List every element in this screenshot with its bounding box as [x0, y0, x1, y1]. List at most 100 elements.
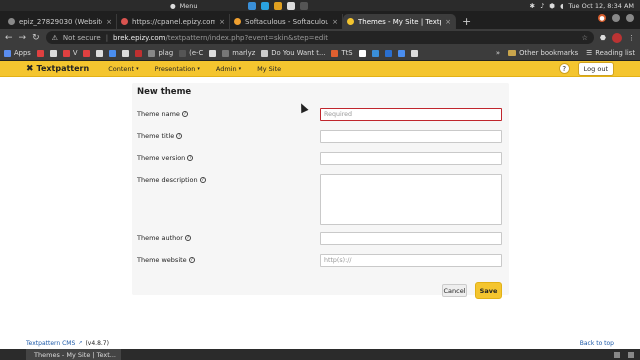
app-icon[interactable] [287, 1, 295, 10]
url-field[interactable]: ⚠ Not secure | brek.epizy.com/textpatter… [45, 31, 594, 44]
close-tab-icon[interactable]: × [219, 18, 225, 26]
bookmark-item[interactable] [109, 49, 117, 57]
taskbar-window[interactable]: Themes - My Site | Text... [26, 349, 121, 360]
bookmark-item[interactable] [96, 49, 104, 57]
tray-icon[interactable] [614, 351, 620, 358]
bookmark-item[interactable] [135, 49, 143, 57]
menu-icon[interactable]: ● [170, 2, 176, 10]
folder-icon[interactable] [248, 1, 256, 10]
record-icon[interactable]: ● [598, 14, 606, 22]
browser-tab[interactable]: epiz_27829030 (Website f × [4, 14, 117, 29]
minimize-icon[interactable] [612, 14, 620, 22]
warning-icon[interactable]: ⚠ [52, 34, 58, 42]
help-icon[interactable]: ? [188, 257, 195, 263]
theme-field-input[interactable]: Required [320, 108, 502, 121]
close-window-icon[interactable] [626, 14, 634, 22]
theme-field-input[interactable] [320, 152, 502, 165]
help-icon[interactable]: ? [181, 111, 188, 117]
txp-logo[interactable]: ✖ Textpattern [26, 64, 89, 74]
bookmark-icon [384, 49, 392, 57]
help-icon[interactable]: ? [199, 177, 206, 183]
bookmark-item[interactable] [397, 49, 405, 57]
cancel-button[interactable]: Cancel [442, 284, 467, 297]
favicon-icon [347, 18, 354, 25]
bookmark-icon [109, 49, 117, 57]
reload-icon[interactable]: ↻ [32, 33, 40, 43]
close-tab-icon[interactable]: × [332, 18, 338, 26]
external-link-icon: ↗ [78, 340, 83, 346]
bookmark-label: V [72, 49, 78, 57]
bookmark-icon [410, 49, 418, 57]
telegram-icon[interactable] [261, 1, 269, 10]
help-button[interactable]: ? [558, 63, 570, 74]
kebab-menu-icon[interactable]: ⋮ [628, 34, 635, 42]
nav-my-site[interactable]: My Site [252, 61, 286, 77]
field-label: Theme title? [137, 132, 183, 140]
bookmark-item[interactable]: V [62, 49, 78, 57]
extension-icon[interactable]: ⬣ [600, 34, 606, 42]
nav-content[interactable]: Content ▾ [103, 61, 143, 77]
back-icon[interactable]: ← [5, 33, 13, 43]
tab-label: epiz_27829030 (Website f [19, 17, 103, 26]
settings-icon[interactable]: ✱ [530, 2, 535, 10]
more-bookmarks-icon[interactable]: » [496, 49, 500, 57]
bookmark-item[interactable]: TtS [331, 49, 353, 57]
star-icon[interactable]: ☆ [582, 34, 588, 42]
bookmark-item[interactable]: (e-C [179, 49, 203, 57]
field-label: Theme version? [137, 154, 194, 162]
volume-icon[interactable]: ◖ [560, 2, 563, 10]
nav-presentation[interactable]: Presentation ▾ [150, 61, 205, 77]
bookmark-icon [122, 49, 130, 57]
other-bookmarks[interactable]: Other bookmarks [508, 49, 578, 57]
bookmark-item[interactable] [410, 49, 418, 57]
close-tab-icon[interactable]: × [445, 18, 451, 26]
os-launcher-icons [248, 1, 308, 10]
close-tab-icon[interactable]: × [106, 18, 112, 26]
help-icon[interactable]: ? [187, 155, 194, 161]
bookmark-item[interactable] [371, 49, 379, 57]
bookmark-item[interactable]: Apps [4, 49, 31, 57]
bookmark-icon [331, 49, 339, 57]
tray-icon[interactable] [628, 351, 634, 358]
help-icon[interactable]: ? [176, 133, 183, 139]
bookmark-item[interactable] [122, 49, 130, 57]
bell-icon[interactable]: ♪ [540, 2, 544, 10]
field-label-text: Theme version [137, 154, 186, 162]
theme-field-input[interactable] [320, 130, 502, 143]
bookmark-item[interactable] [83, 49, 91, 57]
field-placeholder: http(s):// [324, 257, 352, 264]
clock[interactable]: Tue Oct 12, 8:34 AM [568, 2, 634, 10]
save-button[interactable]: Save [475, 282, 502, 299]
reading-list[interactable]: ☰ Reading list [586, 49, 635, 57]
url-host: brek.epizy.com [113, 33, 166, 42]
bookmark-item[interactable]: Do You Want t... [261, 49, 325, 57]
browser-tab[interactable]: Themes - My Site | Textpa × [343, 14, 456, 29]
browser-tab[interactable]: https://cpanel.epizy.com × [117, 14, 230, 29]
theme-field-input[interactable] [320, 232, 502, 245]
caret-down-icon: ▾ [197, 65, 200, 72]
bookmark-icon [209, 49, 217, 57]
bookmark-item[interactable] [49, 49, 57, 57]
bookmark-item[interactable]: plag [148, 49, 173, 57]
bookmark-item[interactable] [209, 49, 217, 57]
logout-button[interactable]: Log out [577, 61, 614, 76]
bookmark-item[interactable] [358, 49, 366, 57]
theme-description-textarea[interactable] [320, 174, 502, 225]
bookmark-item[interactable] [384, 49, 392, 57]
nav-admin[interactable]: Admin ▾ [211, 61, 246, 77]
textpattern-cms-link[interactable]: Textpattern CMS [26, 340, 75, 347]
help-icon[interactable]: ? [184, 235, 191, 241]
forward-icon[interactable]: → [19, 33, 27, 43]
bookmark-item[interactable] [36, 49, 44, 57]
theme-field-input[interactable]: http(s):// [320, 254, 502, 267]
network-icon[interactable]: ⬢ [549, 2, 555, 10]
profile-avatar[interactable] [612, 32, 622, 43]
new-tab-button[interactable]: + [456, 14, 477, 29]
bookmark-item[interactable]: marlyz [222, 49, 255, 57]
reading-list-icon: ☰ [586, 49, 593, 57]
back-to-top-link[interactable]: Back to top [580, 340, 614, 347]
browser-tab[interactable]: Softaculous - Softaculous × [230, 14, 343, 29]
os-menu-label[interactable]: Menu [180, 2, 198, 10]
app-icon[interactable] [300, 1, 308, 10]
chrome-icon[interactable] [274, 1, 282, 10]
